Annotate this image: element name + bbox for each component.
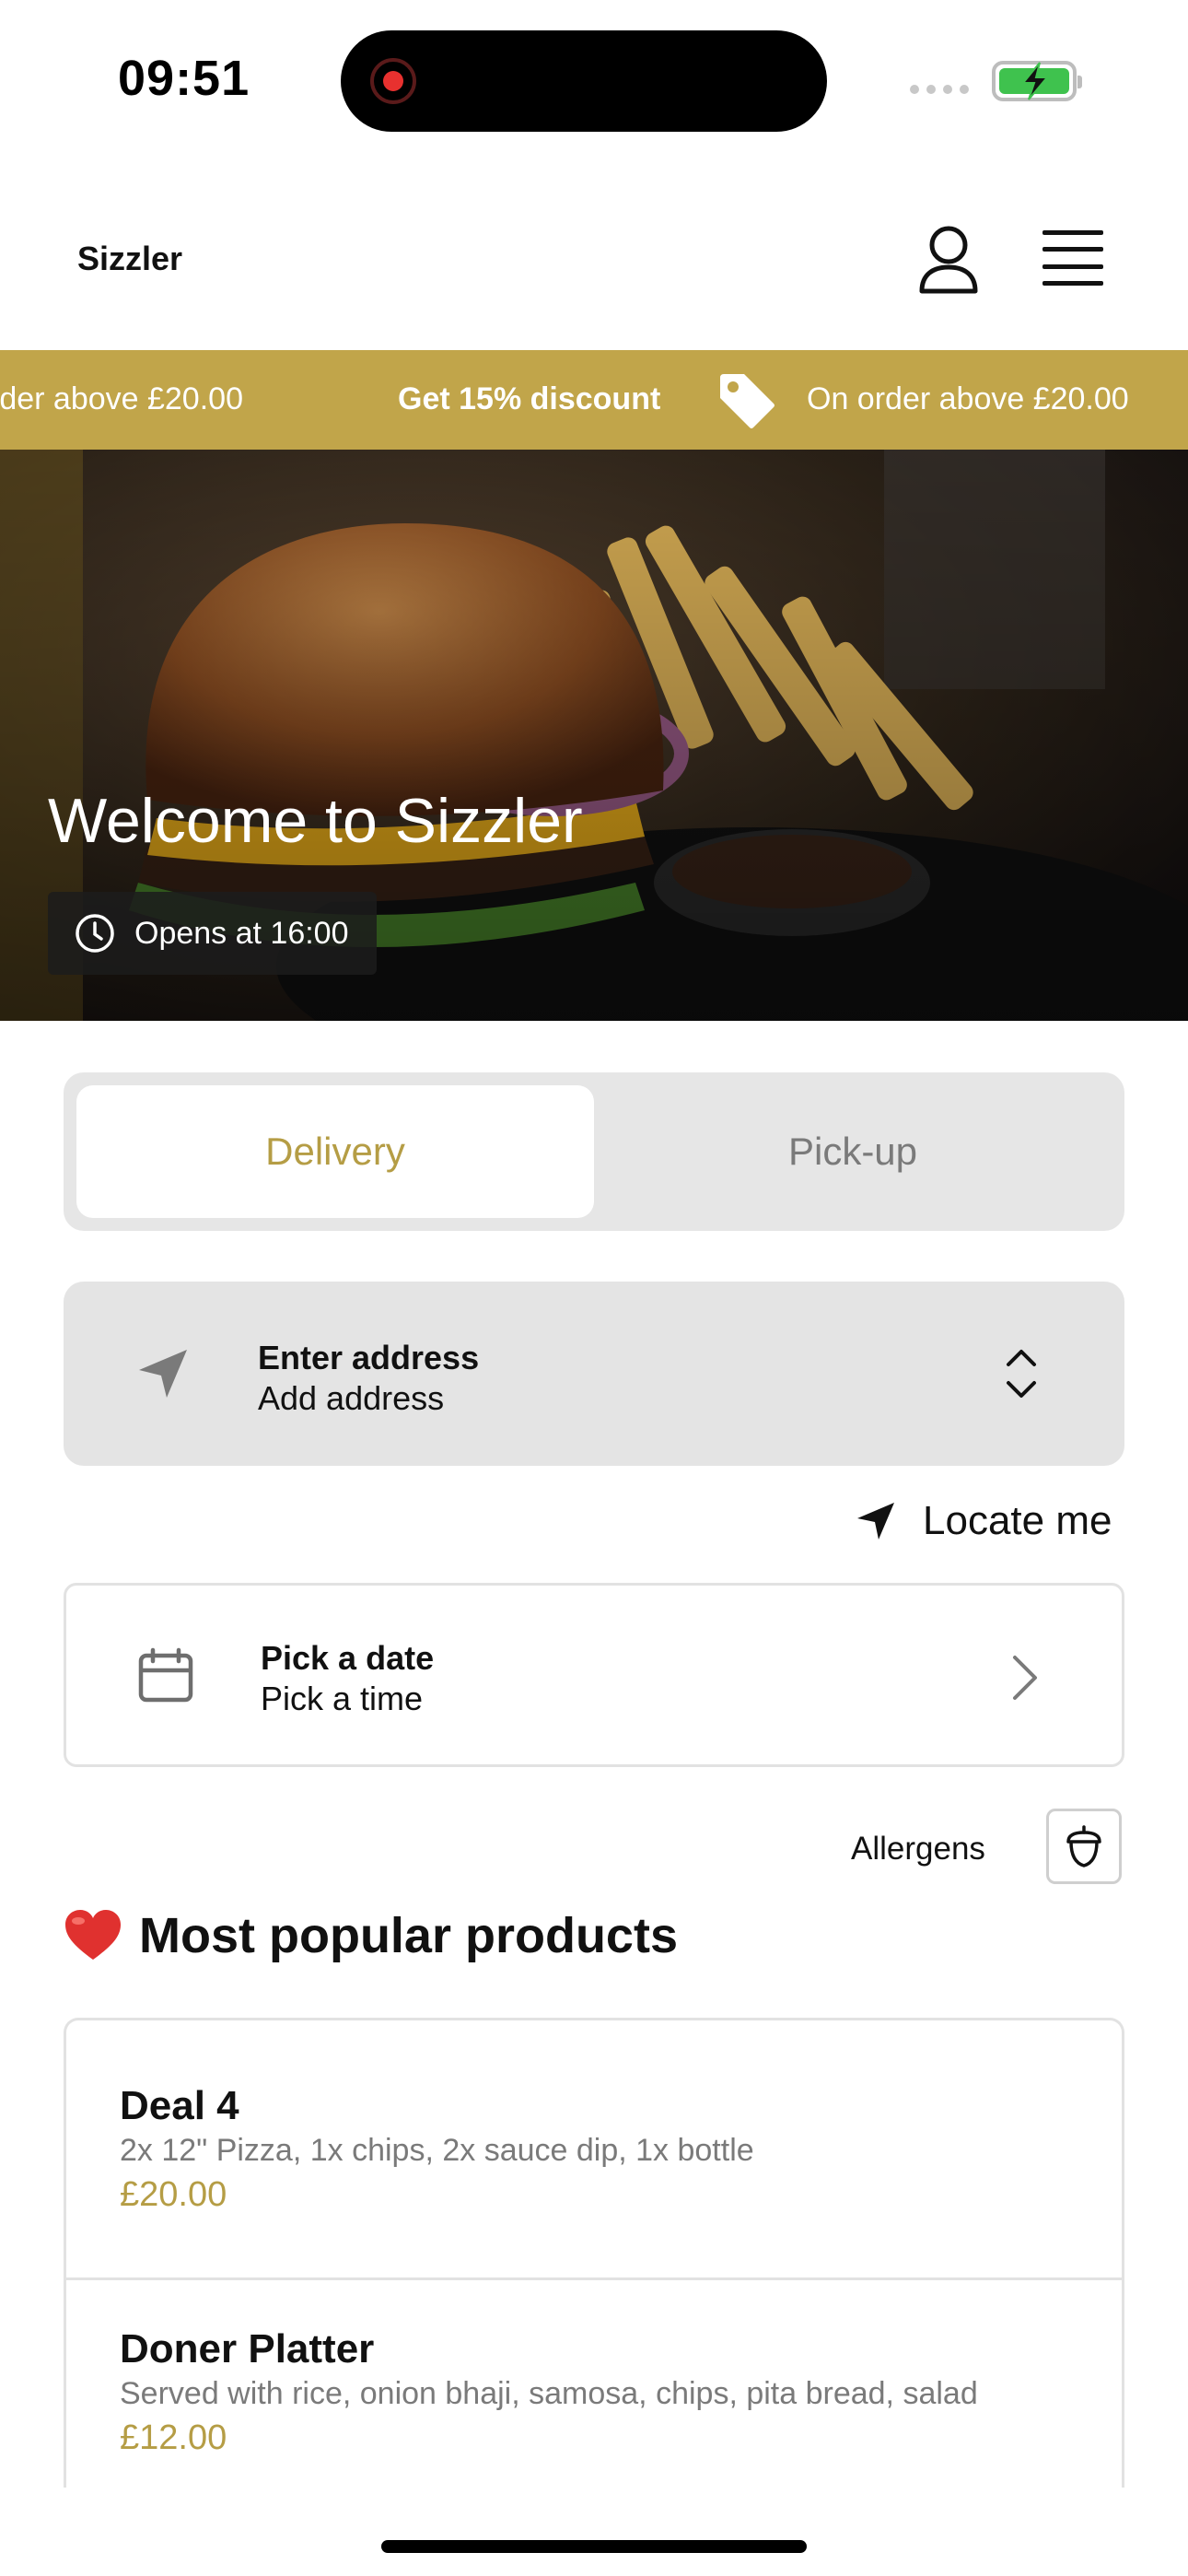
clock-icon xyxy=(76,914,114,953)
tab-pickup[interactable]: Pick-up xyxy=(594,1085,1112,1218)
product-price: £20.00 xyxy=(120,2175,227,2214)
date-title: Pick a date xyxy=(261,1639,435,1677)
account-button[interactable] xyxy=(916,223,981,297)
product-list: Deal 4 2x 12" Pizza, 1x chips, 2x sauce … xyxy=(64,2018,1124,2488)
status-bar: 09:51 xyxy=(0,0,1188,166)
recording-indicator-icon xyxy=(370,58,416,104)
promo-banner: rder above £20.00 Get 15% discount On or… xyxy=(0,350,1188,450)
locate-me-label: Locate me xyxy=(923,1498,1112,1543)
address-subtitle: Add address xyxy=(258,1379,445,1417)
order-mode-toggle: Delivery Pick-up xyxy=(64,1072,1124,1231)
popular-products-title: Most popular products xyxy=(139,1908,678,1963)
chevron-right-icon xyxy=(1013,1656,1037,1700)
address-title: Enter address xyxy=(258,1339,480,1376)
promo-discount: Get 15% discount xyxy=(398,381,661,416)
product-description: Served with rice, onion bhaji, samosa, c… xyxy=(120,2376,978,2411)
home-indicator[interactable] xyxy=(381,2540,807,2553)
menu-icon xyxy=(1042,230,1103,235)
chevron-up-down-icon xyxy=(1007,1350,1036,1398)
address-selector[interactable]: Enter address Add address xyxy=(64,1282,1124,1466)
product-card[interactable]: Doner Platter Served with rice, onion bh… xyxy=(66,2280,1122,2488)
allergens-button[interactable] xyxy=(1046,1809,1122,1884)
product-price: £12.00 xyxy=(120,2418,227,2457)
cellular-signal-icon xyxy=(910,85,969,94)
tab-delivery[interactable]: Delivery xyxy=(76,1085,594,1218)
navigation-arrow-icon xyxy=(139,1350,187,1398)
opening-hours-badge: Opens at 16:00 xyxy=(48,892,377,975)
locate-me-button[interactable]: Locate me xyxy=(855,1498,1112,1544)
opening-hours-text: Opens at 16:00 xyxy=(134,915,349,951)
menu-button[interactable] xyxy=(1042,230,1103,286)
product-card[interactable]: Deal 4 2x 12" Pizza, 1x chips, 2x sauce … xyxy=(66,2020,1122,2280)
app-header: Sizzler xyxy=(0,166,1188,350)
user-icon xyxy=(919,226,978,294)
product-description: 2x 12" Pizza, 1x chips, 2x sauce dip, 1x… xyxy=(120,2133,754,2168)
status-time: 09:51 xyxy=(118,51,250,106)
schedule-selector[interactable]: Pick a date Pick a time xyxy=(64,1583,1124,1767)
acorn-icon xyxy=(1066,1825,1101,1868)
popular-products-heading: Most popular products xyxy=(64,1907,678,1964)
hero-title: Welcome to Sizzler xyxy=(48,786,583,856)
brand-name[interactable]: Sizzler xyxy=(77,240,182,278)
product-name: Deal 4 xyxy=(120,2083,239,2128)
product-name: Doner Platter xyxy=(120,2326,375,2371)
allergens-label: Allergens xyxy=(851,1831,985,1867)
location-arrow-icon xyxy=(857,1503,894,1540)
hero-banner: Welcome to Sizzler Opens at 16:00 xyxy=(0,450,1188,1021)
price-tag-icon xyxy=(720,374,775,428)
dynamic-island xyxy=(341,30,827,132)
battery-icon xyxy=(992,61,1082,101)
promo-text-right: On order above £20.00 xyxy=(807,381,1129,416)
heart-icon xyxy=(65,1910,121,1960)
calendar-icon xyxy=(138,1647,193,1703)
promo-text-left: rder above £20.00 xyxy=(0,381,243,416)
time-subtitle: Pick a time xyxy=(261,1680,424,1717)
